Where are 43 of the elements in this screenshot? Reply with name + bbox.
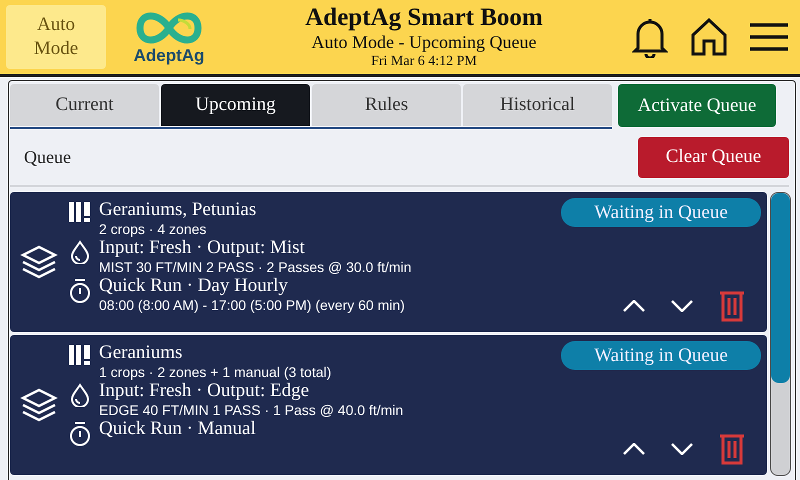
move-down-icon[interactable] [671, 300, 693, 312]
crops-title: Geraniums, Petunias [99, 200, 256, 220]
water-detail: EDGE 40 FT/MIN 1 PASS · 1 Pass @ 40.0 ft/min [99, 401, 404, 419]
move-up-icon[interactable] [623, 443, 645, 455]
schedule-title: Quick Run · Manual [99, 419, 256, 439]
crops-detail: 1 crops · 2 zones + 1 manual (3 total) [99, 363, 332, 381]
status-badge: Waiting in Queue [561, 341, 761, 370]
crops-detail: 2 crops · 4 zones [99, 220, 208, 238]
water-detail: MIST 30 FT/MIN 2 PASS · 2 Passes @ 30.0 ft/min [99, 258, 412, 276]
move-down-icon[interactable] [671, 443, 693, 455]
status-badge: Waiting in Queue [561, 198, 761, 227]
droplet-icon [70, 383, 90, 407]
bell-icon[interactable] [632, 16, 668, 58]
tab[interactable]: Current [10, 84, 159, 126]
schedule-detail: 08:00 (8:00 AM) - 17:00 (5:00 PM) (every 60 min) [99, 296, 405, 314]
tab[interactable]: Rules [312, 84, 461, 126]
tab[interactable]: Upcoming [161, 84, 310, 126]
droplet-icon [70, 240, 90, 264]
layers-icon [20, 387, 58, 423]
delete-icon[interactable] [719, 290, 745, 322]
date-time: Fri Mar 6 4:12 PM [371, 53, 477, 70]
delete-icon[interactable] [719, 433, 745, 465]
activate-queue-button[interactable]: Activate Queue [618, 84, 776, 127]
menu-icon[interactable] [750, 23, 788, 51]
mode-button[interactable]: Auto Mode [6, 5, 106, 69]
app-title: AdeptAg Smart Boom [305, 4, 543, 32]
move-up-icon[interactable] [623, 300, 645, 312]
crops-icon [69, 202, 91, 222]
tab[interactable]: Historical [463, 84, 612, 126]
scrollbar[interactable] [770, 192, 791, 476]
home-icon[interactable] [690, 17, 728, 57]
timer-icon [69, 278, 91, 304]
clear-queue-button[interactable]: Clear Queue [638, 136, 789, 178]
water-title: Input: Fresh · Output: Edge [99, 381, 310, 401]
layers-icon [20, 244, 58, 280]
page-subtitle: Auto Mode - Upcoming Queue [312, 32, 536, 53]
queue-label: Queue [24, 146, 71, 168]
schedule-title: Quick Run · Day Hourly [99, 276, 289, 296]
timer-icon [69, 421, 91, 447]
water-title: Input: Fresh · Output: Mist [99, 238, 306, 258]
crops-title: Geraniums [99, 343, 184, 363]
logo-text: AdeptAg [134, 46, 204, 66]
crops-icon [69, 345, 91, 365]
